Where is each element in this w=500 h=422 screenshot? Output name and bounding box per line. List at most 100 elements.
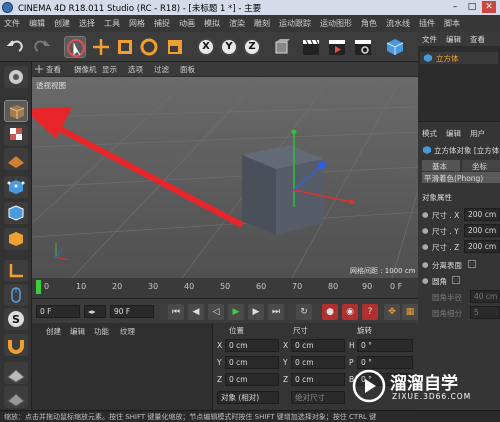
attr-menu-user[interactable]: 用户	[470, 128, 485, 139]
menu-render[interactable]: 渲染	[229, 18, 245, 29]
viewport-arrows-icon[interactable]	[34, 64, 44, 74]
timeline-playhead[interactable]	[36, 280, 41, 294]
viewport-menu-filter[interactable]: 过滤	[154, 64, 169, 75]
menu-animate[interactable]: 动画	[179, 18, 195, 29]
play-backward-button[interactable]: ◁	[208, 304, 224, 320]
perspective-viewport[interactable]: 透视视图 网格间距 : 1000 cm	[32, 77, 418, 278]
menu-simulate[interactable]: 模拟	[204, 18, 220, 29]
pos-x-field[interactable]: 0 cm	[225, 339, 279, 352]
fillet-dot[interactable]: ●	[422, 276, 429, 285]
go-to-start-button[interactable]: ⏮	[168, 304, 184, 320]
timeline-ruler[interactable]: 0 10 20 30 40 50 60 70 80 90 0 F	[32, 278, 418, 298]
prev-key-button[interactable]: ◀	[188, 304, 204, 320]
viewport-menu-view[interactable]: 查看	[46, 64, 61, 75]
go-to-end-button[interactable]: ⏭	[268, 304, 284, 320]
fillet-subdivision-field[interactable]: 5	[470, 306, 500, 319]
position-key-button[interactable]: ✥	[384, 304, 400, 320]
record-key-button[interactable]: ●	[322, 304, 338, 320]
attr-size-x-field[interactable]: 200 cm	[464, 208, 500, 221]
x-axis-tip[interactable]	[349, 199, 355, 205]
points-mode-button[interactable]	[4, 176, 28, 198]
menu-script[interactable]: 脚本	[444, 18, 460, 29]
texture-mode-button[interactable]	[4, 124, 28, 146]
size-y-field[interactable]: 0 cm	[291, 356, 345, 369]
recent-tool-button[interactable]	[164, 36, 186, 58]
size-z-field[interactable]: 0 cm	[291, 373, 345, 386]
menu-snap[interactable]: 捕捉	[154, 18, 170, 29]
edges-mode-button[interactable]	[4, 202, 28, 224]
next-key-button[interactable]: ▶	[248, 304, 264, 320]
menu-mograph[interactable]: 运动图形	[320, 18, 352, 29]
frame-stepper[interactable]: ◂▸	[84, 305, 106, 318]
attr-size-y-field[interactable]: 200 cm	[464, 224, 500, 237]
cube-object[interactable]	[242, 145, 324, 235]
grid-key-button[interactable]: ▦	[402, 304, 418, 320]
menu-mesh[interactable]: 网格	[129, 18, 145, 29]
size-x-field[interactable]: 0 cm	[291, 339, 345, 352]
add-cube-button[interactable]	[384, 36, 406, 58]
fillet-radius-field[interactable]: 40 cm	[470, 290, 500, 303]
end-frame-field[interactable]: 90 F	[110, 305, 154, 318]
separate-surfaces-checkbox[interactable]	[468, 260, 476, 268]
viewport-menu-options[interactable]: 选项	[128, 64, 143, 75]
material-menu-texture[interactable]: 纹理	[120, 326, 135, 337]
om-menu-file[interactable]: 文件	[422, 34, 437, 45]
coordinate-system-button[interactable]	[270, 36, 292, 58]
move-button[interactable]	[90, 36, 112, 58]
separate-surfaces-dot[interactable]: ●	[422, 260, 429, 269]
loop-button[interactable]: ↻	[296, 304, 312, 320]
tweak-mode-button[interactable]	[4, 284, 28, 306]
keyframe-help-button[interactable]: ?	[362, 304, 378, 320]
attr-size-z-field[interactable]: 200 cm	[464, 240, 500, 253]
play-button[interactable]: ▶	[228, 304, 244, 320]
menu-tools[interactable]: 工具	[104, 18, 120, 29]
menu-plugins[interactable]: 插件	[419, 18, 435, 29]
material-menu-edit[interactable]: 编辑	[70, 326, 85, 337]
planar-workplane-button[interactable]	[4, 386, 28, 408]
render-view-button[interactable]	[300, 36, 322, 58]
size-mode-dropdown[interactable]: 绝对尺寸	[291, 391, 345, 404]
auto-key-button[interactable]: ◉	[342, 304, 358, 320]
polygons-mode-button[interactable]	[4, 228, 28, 250]
rotate-button[interactable]	[138, 36, 160, 58]
maximize-button[interactable]: □	[465, 1, 479, 13]
minimize-button[interactable]: –	[448, 1, 462, 13]
y-axis-tip[interactable]	[291, 129, 297, 135]
redo-button[interactable]	[32, 36, 54, 58]
material-menu-create[interactable]: 创建	[46, 326, 61, 337]
viewport-menu-panel[interactable]: 面板	[180, 64, 195, 75]
tab-basic[interactable]: 基本	[422, 160, 460, 171]
size-y-dot[interactable]: ●	[422, 226, 429, 235]
scale-button[interactable]	[114, 36, 136, 58]
start-frame-field[interactable]: 0 F	[36, 305, 80, 318]
lock-workplane-button[interactable]	[4, 362, 28, 384]
menu-character[interactable]: 角色	[361, 18, 377, 29]
make-editable-button[interactable]	[4, 66, 28, 88]
model-mode-button[interactable]	[4, 100, 28, 122]
menu-select[interactable]: 选择	[79, 18, 95, 29]
size-z-dot[interactable]: ●	[422, 242, 429, 251]
object-row-cube[interactable]: 立方体	[420, 52, 498, 64]
magnet-button[interactable]	[4, 334, 28, 356]
axis-mode-button[interactable]	[4, 260, 28, 282]
snap-button[interactable]: S	[4, 308, 28, 330]
z-axis-lock-button[interactable]: Z	[243, 38, 261, 56]
viewport-menu-display[interactable]: 显示	[102, 64, 117, 75]
om-menu-view[interactable]: 查看	[470, 34, 485, 45]
menu-pipeline[interactable]: 流水线	[386, 18, 410, 29]
menu-create[interactable]: 创建	[54, 18, 70, 29]
viewport-menu-camera[interactable]: 摄像机	[74, 64, 97, 75]
x-axis-lock-button[interactable]: X	[197, 38, 215, 56]
tab-coord[interactable]: 坐标	[462, 160, 500, 171]
pos-y-field[interactable]: 0 cm	[225, 356, 279, 369]
render-settings-button[interactable]	[352, 36, 374, 58]
pos-z-field[interactable]: 0 cm	[225, 373, 279, 386]
menu-file[interactable]: 文件	[4, 18, 20, 29]
z-axis-tip[interactable]	[318, 161, 326, 169]
undo-button[interactable]	[4, 36, 26, 58]
rot-h-field[interactable]: 0 °	[357, 339, 413, 352]
attr-menu-mode[interactable]: 模式	[422, 128, 437, 139]
size-x-dot[interactable]: ●	[422, 210, 429, 219]
coord-mode-dropdown[interactable]: 对象 (相对)	[217, 391, 279, 404]
live-selection-button[interactable]	[64, 36, 86, 58]
